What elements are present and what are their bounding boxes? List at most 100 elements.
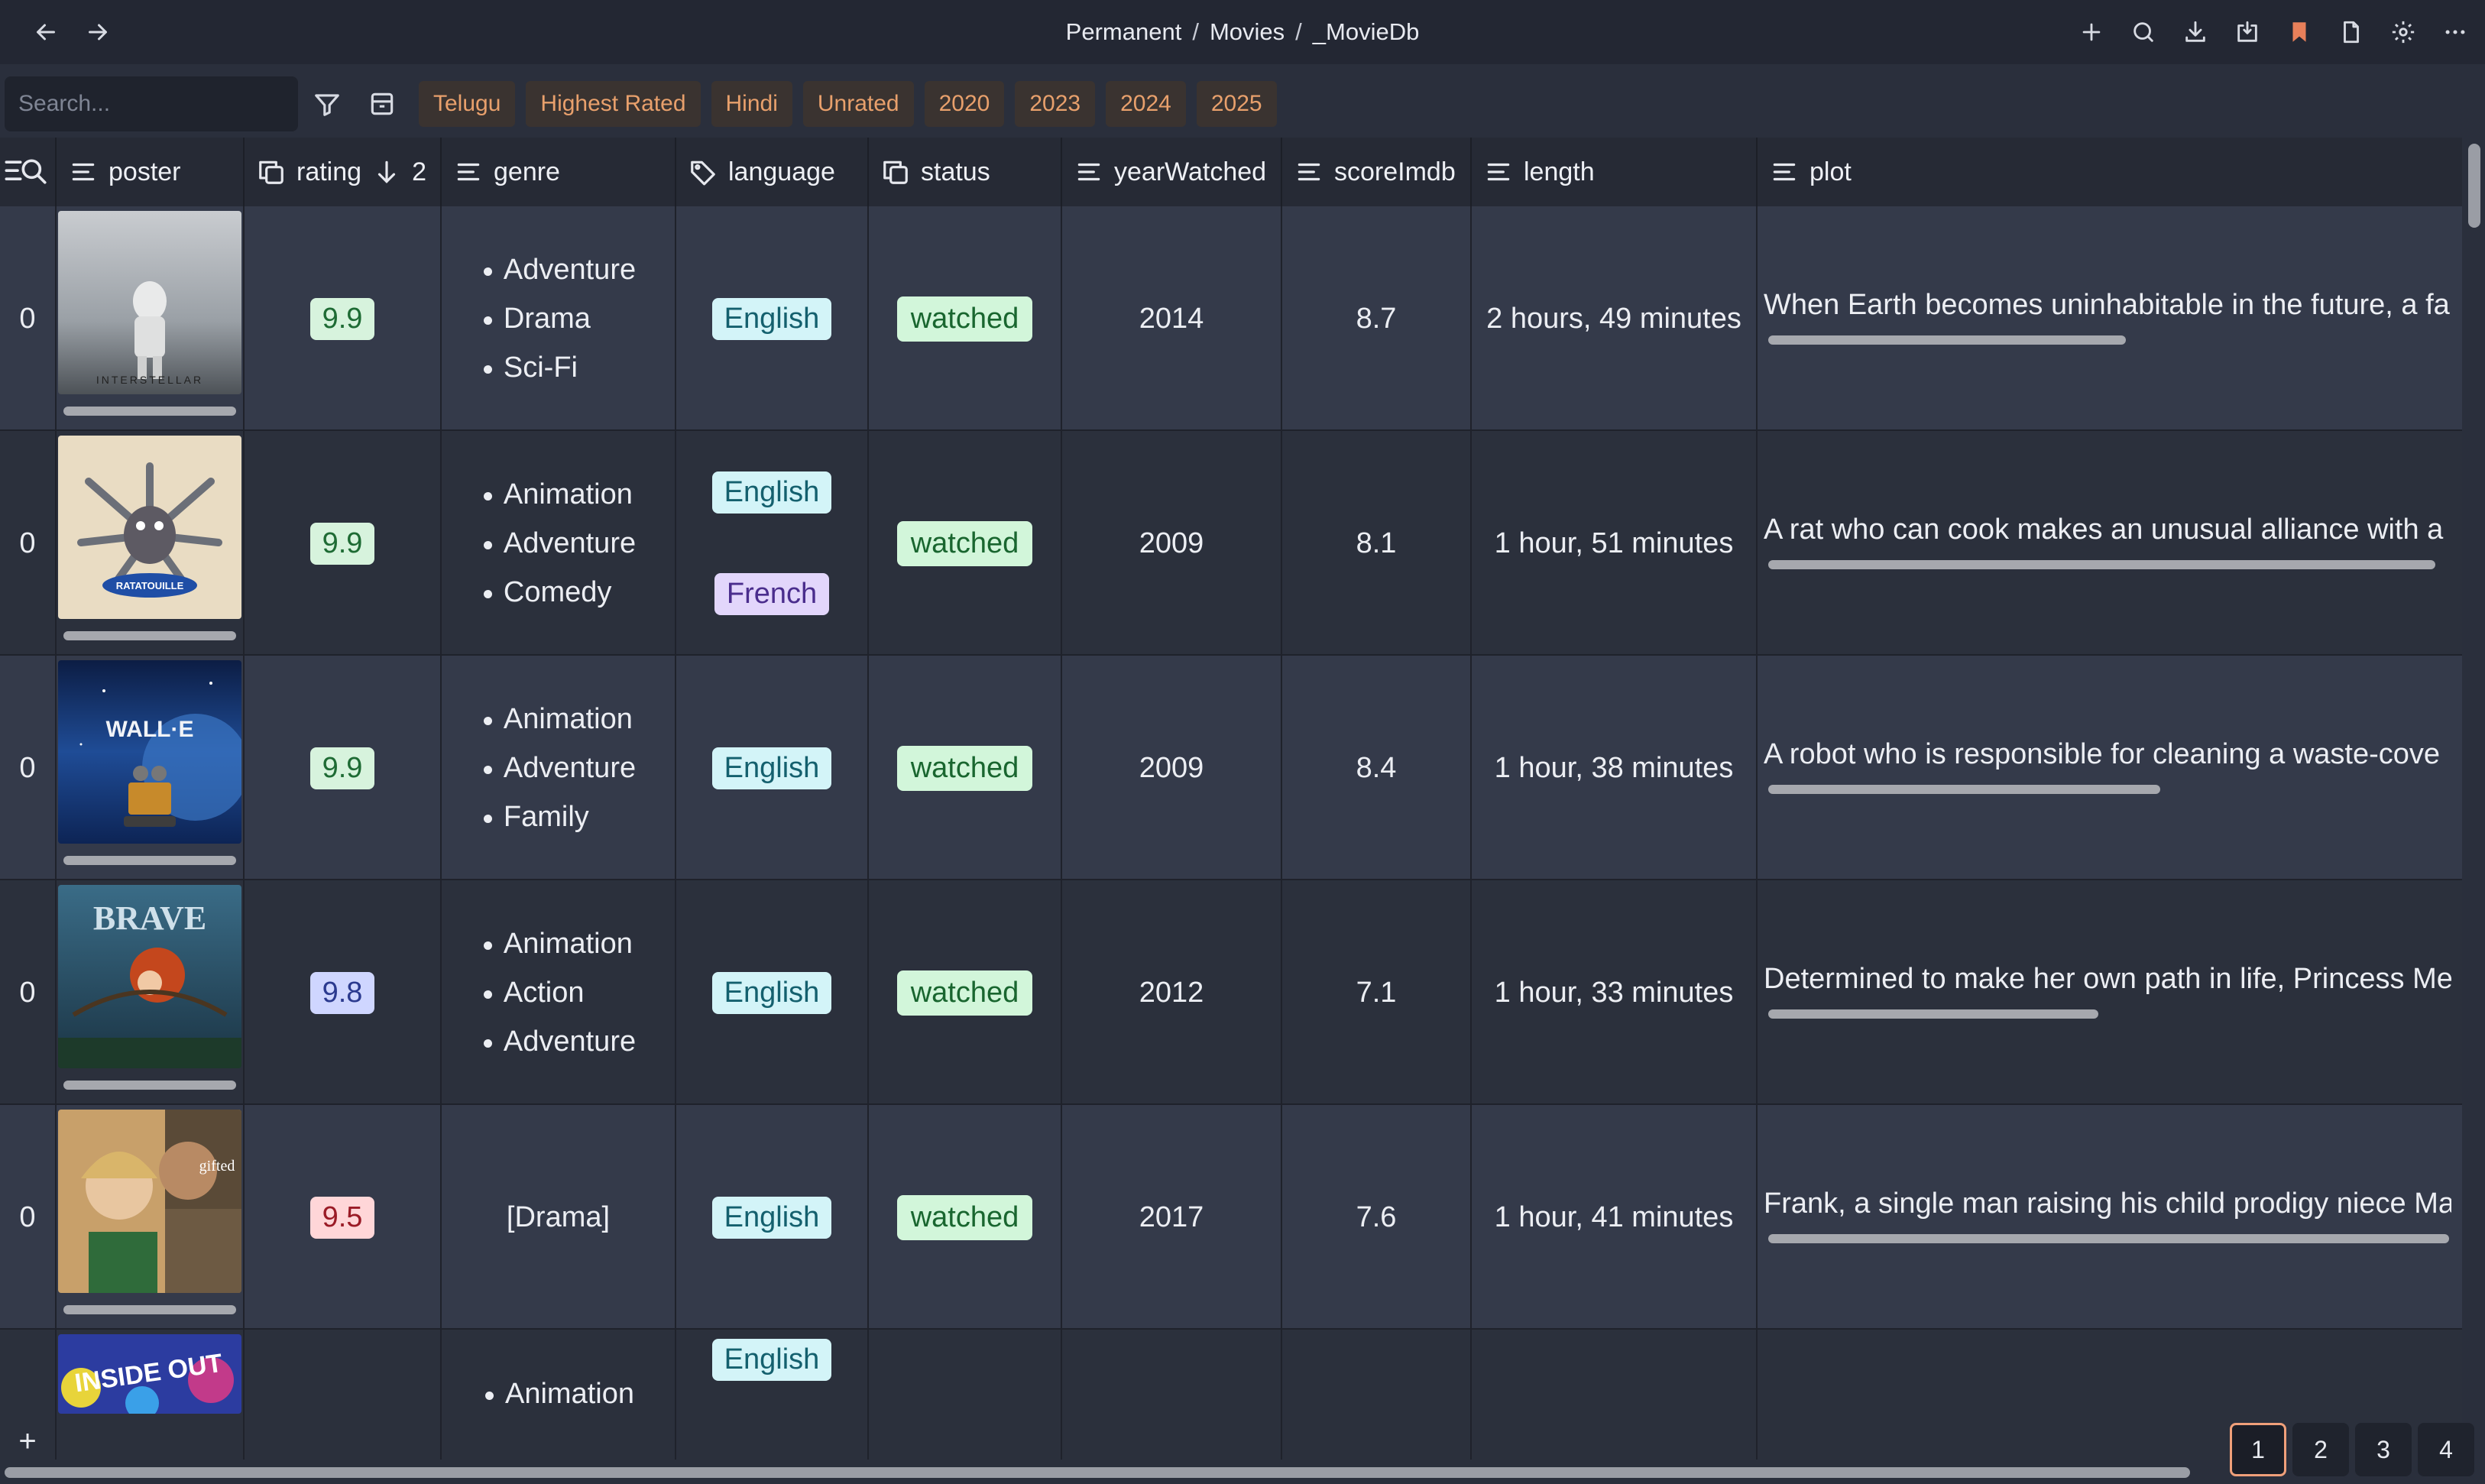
year-watched-cell[interactable] xyxy=(1062,1330,1282,1460)
page-button[interactable]: 3 xyxy=(2355,1423,2412,1476)
rating-cell[interactable]: 9.9 xyxy=(245,206,442,431)
search-columns-icon[interactable] xyxy=(0,138,57,206)
score-imdb-cell[interactable]: 7.1 xyxy=(1282,880,1472,1105)
bookmark-icon[interactable] xyxy=(2282,15,2317,50)
year-watched-cell[interactable]: 2009 xyxy=(1062,431,1282,656)
table-row[interactable]: INSIDE OUT Animation English xyxy=(0,1330,2462,1460)
breadcrumb-item[interactable]: Permanent xyxy=(1066,18,1182,46)
rating-cell[interactable]: 9.5 xyxy=(245,1105,442,1330)
genre-cell[interactable]: [Drama] xyxy=(442,1105,676,1330)
import-icon[interactable] xyxy=(2230,15,2265,50)
length-cell[interactable]: 1 hour, 41 minutes xyxy=(1472,1105,1758,1330)
genre-cell[interactable]: Adventure Drama Sci-Fi xyxy=(442,206,676,431)
forward-arrow-icon[interactable] xyxy=(73,0,122,64)
filter-chip[interactable]: 2020 xyxy=(924,81,1005,127)
genre-cell[interactable]: Animation Adventure Family xyxy=(442,656,676,880)
language-cell[interactable]: English xyxy=(676,880,869,1105)
file-icon[interactable] xyxy=(2334,15,2369,50)
poster-image[interactable]: BRAVE xyxy=(58,885,241,1068)
length-cell[interactable]: 2 hours, 49 minutes xyxy=(1472,206,1758,431)
language-tag[interactable]: French xyxy=(714,573,830,615)
genre-cell[interactable]: Animation xyxy=(442,1330,676,1460)
status-cell[interactable] xyxy=(869,1330,1062,1460)
poster-cell[interactable]: WALL·E xyxy=(57,656,245,880)
filter-chip[interactable]: 2024 xyxy=(1106,81,1186,127)
table-row[interactable]: 0 INTERSTELLAR 9.9 Adventure Drama Sci-F… xyxy=(0,206,2462,431)
search-input[interactable] xyxy=(5,76,298,131)
plot-cell[interactable]: Determined to make her own path in life,… xyxy=(1758,880,2462,1105)
column-header-status[interactable]: status xyxy=(869,138,1062,206)
page-button[interactable]: 2 xyxy=(2292,1423,2349,1476)
sort-descending-icon[interactable] xyxy=(372,157,401,186)
score-imdb-cell[interactable]: 8.1 xyxy=(1282,431,1472,656)
year-watched-cell[interactable]: 2012 xyxy=(1062,880,1282,1105)
archive-icon[interactable] xyxy=(359,81,405,127)
plot-scrollbar[interactable] xyxy=(1768,1234,2456,1243)
plot-scrollbar[interactable] xyxy=(1768,1009,2456,1019)
table-row[interactable]: 0 RATATOUILLE 9.9 Animation Adventure Co… xyxy=(0,431,2462,656)
column-header-length[interactable]: length xyxy=(1472,138,1758,206)
language-tag[interactable]: English xyxy=(711,1339,832,1381)
language-tag[interactable]: English xyxy=(711,297,832,340)
vertical-scrollbar[interactable] xyxy=(2468,144,2480,228)
score-imdb-cell[interactable]: 7.6 xyxy=(1282,1105,1472,1330)
column-header-scoreimdb[interactable]: scoreImdb xyxy=(1282,138,1472,206)
poster-cell[interactable]: gifted xyxy=(57,1105,245,1330)
rating-cell[interactable]: 9.9 xyxy=(245,431,442,656)
filter-chip[interactable]: Unrated xyxy=(802,81,914,127)
status-cell[interactable]: watched xyxy=(869,431,1062,656)
back-arrow-icon[interactable] xyxy=(21,0,70,64)
poster-image[interactable]: INSIDE OUT xyxy=(58,1334,241,1414)
length-cell[interactable]: 1 hour, 33 minutes xyxy=(1472,880,1758,1105)
status-cell[interactable]: watched xyxy=(869,1105,1062,1330)
language-cell[interactable]: English xyxy=(676,206,869,431)
table-row[interactable]: 0 BRAVE 9.8 Animation Action Adventure E… xyxy=(0,880,2462,1105)
filter-chip[interactable]: Hindi xyxy=(711,81,792,127)
table-row[interactable]: 0 WALL·E 9.9 Animation Adventure Family … xyxy=(0,656,2462,880)
column-header-language[interactable]: language xyxy=(676,138,869,206)
year-watched-cell[interactable]: 2014 xyxy=(1062,206,1282,431)
add-row-button[interactable]: + xyxy=(14,1424,41,1458)
genre-cell[interactable]: Animation Action Adventure xyxy=(442,880,676,1105)
genre-cell[interactable]: Animation Adventure Comedy xyxy=(442,431,676,656)
plot-cell[interactable]: Frank, a single man raising his child pr… xyxy=(1758,1105,2462,1330)
year-watched-cell[interactable]: 2017 xyxy=(1062,1105,1282,1330)
poster-cell[interactable]: INTERSTELLAR xyxy=(57,206,245,431)
filter-chip[interactable]: Telugu xyxy=(419,81,516,127)
more-icon[interactable] xyxy=(2438,15,2473,50)
poster-scrollbar[interactable] xyxy=(63,1305,236,1314)
plot-scrollbar[interactable] xyxy=(1768,785,2456,794)
year-watched-cell[interactable]: 2009 xyxy=(1062,656,1282,880)
language-cell[interactable]: English xyxy=(676,1330,869,1460)
length-cell[interactable]: 1 hour, 51 minutes xyxy=(1472,431,1758,656)
plot-scrollbar[interactable] xyxy=(1768,335,2456,345)
filter-chip[interactable]: 2025 xyxy=(1196,81,1277,127)
poster-image[interactable]: INTERSTELLAR xyxy=(58,211,241,394)
filter-chip[interactable]: Highest Rated xyxy=(526,81,701,127)
score-imdb-cell[interactable]: 8.4 xyxy=(1282,656,1472,880)
breadcrumb-item[interactable]: _MovieDb xyxy=(1313,18,1420,46)
breadcrumb-item[interactable]: Movies xyxy=(1210,18,1285,46)
poster-scrollbar[interactable] xyxy=(63,1081,236,1090)
poster-image[interactable]: WALL·E xyxy=(58,660,241,844)
plot-scroll-thumb[interactable] xyxy=(1768,335,2126,345)
plot-scroll-thumb[interactable] xyxy=(1768,560,2435,569)
poster-scrollbar[interactable] xyxy=(63,407,236,416)
length-cell[interactable]: 1 hour, 38 minutes xyxy=(1472,656,1758,880)
language-cell[interactable]: English xyxy=(676,656,869,880)
language-cell[interactable]: English French xyxy=(676,431,869,656)
table-row[interactable]: 0 gifted 9.5 [Drama] English watched 201… xyxy=(0,1105,2462,1330)
plot-scrollbar[interactable] xyxy=(1768,560,2456,569)
plot-cell[interactable]: When Earth becomes uninhabitable in the … xyxy=(1758,206,2462,431)
score-imdb-cell[interactable]: 8.7 xyxy=(1282,206,1472,431)
page-button[interactable]: 4 xyxy=(2418,1423,2474,1476)
language-tag[interactable]: English xyxy=(711,471,832,514)
column-header-poster[interactable]: poster xyxy=(57,138,245,206)
page-button-current[interactable]: 1 xyxy=(2230,1423,2286,1476)
column-header-genre[interactable]: genre xyxy=(442,138,676,206)
filter-chip[interactable]: 2023 xyxy=(1015,81,1096,127)
length-cell[interactable] xyxy=(1472,1330,1758,1460)
download-icon[interactable] xyxy=(2178,15,2213,50)
filter-icon[interactable] xyxy=(304,81,350,127)
search-icon[interactable] xyxy=(2126,15,2161,50)
